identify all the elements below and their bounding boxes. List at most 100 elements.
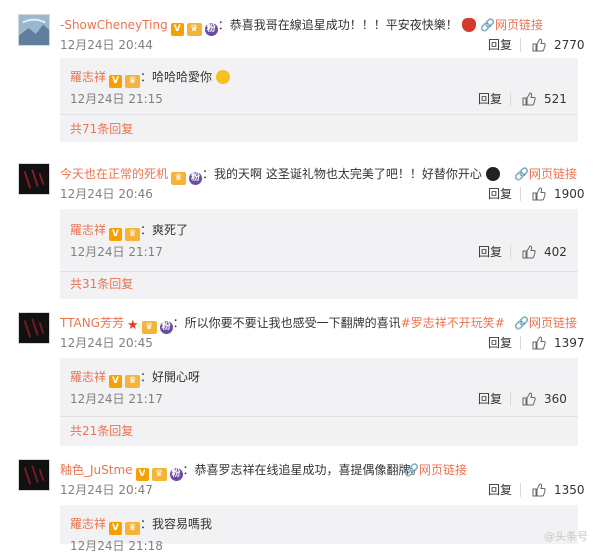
thumb-up-icon <box>522 92 536 106</box>
like-count: 402 <box>544 245 567 259</box>
more-replies-link[interactable]: 共21条回复 <box>70 422 133 440</box>
fan-badge-icon: 粉 <box>159 321 173 334</box>
reply-text: ：我容易嗎我 <box>140 517 213 531</box>
like-button[interactable]: 1397 <box>532 334 585 352</box>
comment-text-line: 羅志祥 V ♛ ：爽死了 <box>70 221 188 241</box>
username-link[interactable]: 釉色_JuStme <box>60 463 133 477</box>
comment-item: 釉色_JuStme V ♛ 粉：恭喜罗志祥在线追星成功，喜提偶像翻牌。 🔗网页链接 1… <box>0 459 600 553</box>
verified-v-icon: V <box>170 23 184 36</box>
avatar[interactable] <box>18 459 50 491</box>
sub-reply: 羅志祥 V ♛ ：好開心呀 12月24日 21:17 回复 360 <box>70 364 578 410</box>
reply-text: ：爽死了 <box>140 223 189 237</box>
comment-text: ：恭喜罗志祥在线追星成功，喜提偶像翻牌。 <box>182 463 423 477</box>
reply-button[interactable]: 回复 <box>488 185 512 203</box>
username-link[interactable]: 羅志祥 <box>70 223 106 237</box>
username-link[interactable]: 今天也在正常的死机 <box>60 167 168 181</box>
fan-badge-icon: 粉 <box>204 23 218 36</box>
comment-time: 12月24日 20:45 <box>60 336 153 350</box>
reply-time: 12月24日 21:17 <box>70 245 163 259</box>
sub-reply-box: 羅志祥 V ♛ ：好開心呀 12月24日 21:17 回复 360 共21条回复 <box>60 358 578 446</box>
crown-icon: ♛ <box>171 172 187 185</box>
reply-button[interactable]: 回复 <box>478 90 502 108</box>
reply-text: ：好開心呀 <box>140 370 201 384</box>
verified-v-icon: V <box>109 522 123 535</box>
crown-icon: ♛ <box>125 228 141 241</box>
like-button[interactable]: 1350 <box>532 481 585 499</box>
thumb-up-icon <box>522 392 536 406</box>
hashtag-link[interactable]: #罗志祥不开玩笑# <box>401 316 505 330</box>
avatar[interactable] <box>18 163 50 195</box>
crown-icon: ♛ <box>125 375 141 388</box>
sub-reply-box: 羅志祥 V ♛ ：我容易嗎我 12月24日 21:18 <box>60 505 578 553</box>
comment-time: 12月24日 20:47 <box>60 483 153 497</box>
avatar[interactable] <box>18 312 50 344</box>
crown-icon: ♛ <box>151 468 167 481</box>
reply-button[interactable]: 回复 <box>478 390 502 408</box>
link-icon: 🔗 <box>514 167 529 181</box>
divider <box>60 114 578 115</box>
more-replies-link[interactable]: 共71条回复 <box>70 120 133 138</box>
web-link[interactable]: 🔗网页链接 <box>404 461 467 479</box>
like-button[interactable]: 1900 <box>532 185 585 203</box>
sub-reply: 羅志祥 V ♛ ：爽死了 12月24日 21:17 回复 402 <box>70 217 578 263</box>
star-icon: ★ <box>127 318 139 333</box>
comment-item: 今天也在正常的死机 ♛ 粉：我的天啊 这圣诞礼物也太完美了吧！！好替你开心 🔗网页链… <box>0 163 600 299</box>
divider <box>510 245 511 259</box>
comment-text-line: TTANG芳芳 ★ ♛ 粉：所以你要不要让我也感受一下翻牌的喜讯#罗志祥不开玩笑# <box>60 314 505 334</box>
fan-badge-icon: 粉 <box>189 172 203 185</box>
comment-text-line: 釉色_JuStme V ♛ 粉：恭喜罗志祥在线追星成功，喜提偶像翻牌。 <box>60 461 423 481</box>
verified-v-icon: V <box>109 375 123 388</box>
like-button[interactable]: 521 <box>522 90 567 108</box>
like-count: 521 <box>544 92 567 106</box>
username-link[interactable]: TTANG芳芳 <box>60 316 124 330</box>
web-link[interactable]: 🔗网页链接 <box>514 314 577 332</box>
reply-button[interactable]: 回复 <box>478 243 502 261</box>
username-link[interactable]: 羅志祥 <box>70 517 106 531</box>
divider <box>520 187 521 201</box>
username-link[interactable]: 羅志祥 <box>70 370 106 384</box>
like-count: 360 <box>544 392 567 406</box>
crown-icon: ♛ <box>125 75 141 88</box>
sub-reply-box: 羅志祥 V ♛ ：哈哈哈愛你 12月24日 21:15 回复 521 共71条回复 <box>60 58 578 142</box>
reply-button[interactable]: 回复 <box>488 36 512 54</box>
crown-icon: ♛ <box>141 321 157 334</box>
comment-text-line: 羅志祥 V ♛ ：好開心呀 <box>70 368 200 388</box>
username-link[interactable]: 羅志祥 <box>70 70 106 84</box>
thumb-up-icon <box>522 245 536 259</box>
divider <box>520 483 521 497</box>
link-icon: 🔗 <box>480 18 495 32</box>
like-button[interactable]: 402 <box>522 243 567 261</box>
like-count: 1350 <box>554 483 585 497</box>
web-link[interactable]: 🔗网页链接 <box>514 165 577 183</box>
reply-text: ：哈哈哈愛你 <box>140 70 213 84</box>
divider <box>510 92 511 106</box>
thumb-up-icon <box>532 187 546 201</box>
sub-reply: 羅志祥 V ♛ ：哈哈哈愛你 12月24日 21:15 回复 521 <box>70 64 578 110</box>
crown-icon: ♛ <box>125 522 141 535</box>
reply-button[interactable]: 回复 <box>488 481 512 499</box>
thumb-up-icon <box>532 336 546 350</box>
like-count: 1900 <box>554 187 585 201</box>
like-count: 1397 <box>554 336 585 350</box>
divider <box>60 271 578 272</box>
like-button[interactable]: 360 <box>522 390 567 408</box>
like-button[interactable]: 2770 <box>532 36 585 54</box>
reply-time: 12月24日 21:18 <box>70 539 163 553</box>
avatar[interactable] <box>18 14 50 46</box>
comment-text-line: 今天也在正常的死机 ♛ 粉：我的天啊 这圣诞礼物也太完美了吧！！好替你开心 <box>60 165 500 185</box>
web-link[interactable]: 🔗网页链接 <box>480 16 543 34</box>
comment-text-line: -ShowCheneyTing V ♛ 粉：恭喜我哥在線追星成功！！！平安夜快樂！ <box>60 16 476 36</box>
crown-icon: ♛ <box>186 23 202 36</box>
reply-time: 12月24日 21:17 <box>70 392 163 406</box>
comment-text: ：恭喜我哥在線追星成功！！！平安夜快樂！ <box>217 18 458 32</box>
divider <box>520 38 521 52</box>
comment-text-line: 羅志祥 V ♛ ：哈哈哈愛你 <box>70 68 230 88</box>
comment-item: -ShowCheneyTing V ♛ 粉：恭喜我哥在線追星成功！！！平安夜快樂！ 🔗… <box>0 14 600 142</box>
comment-text-line: 羅志祥 V ♛ ：我容易嗎我 <box>70 515 212 535</box>
reply-button[interactable]: 回复 <box>488 334 512 352</box>
username-link[interactable]: -ShowCheneyTing <box>60 18 168 32</box>
comment-text: ：所以你要不要让我也感受一下翻牌的喜讯 <box>172 316 401 330</box>
thumb-up-icon <box>532 483 546 497</box>
more-replies-link[interactable]: 共31条回复 <box>70 275 133 293</box>
apple-emoji-icon <box>461 18 476 32</box>
